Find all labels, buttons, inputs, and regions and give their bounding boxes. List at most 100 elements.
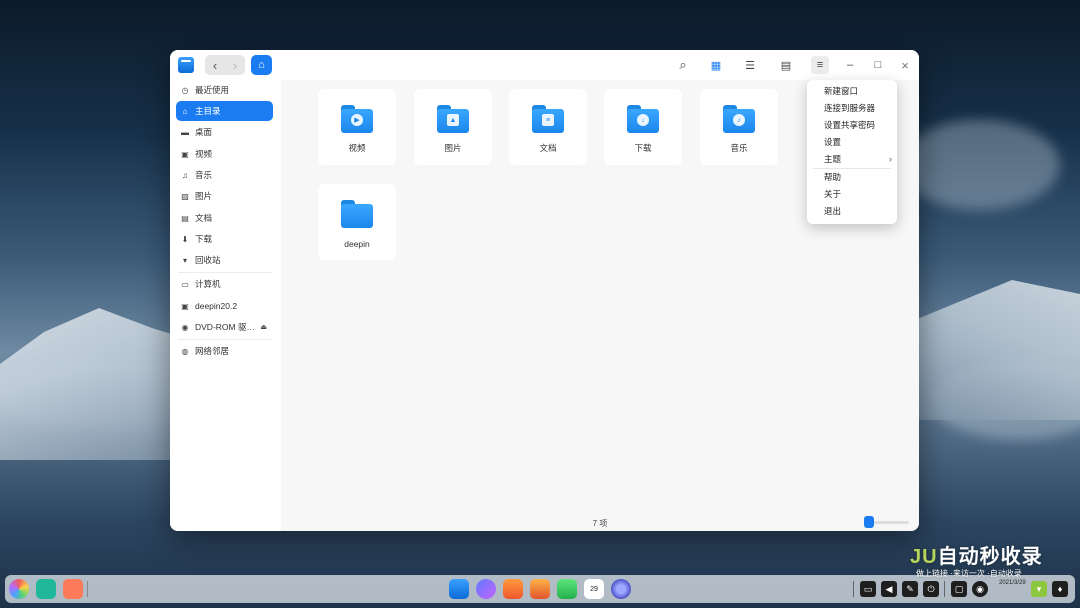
sidebar-item-label: 下载 bbox=[195, 234, 213, 244]
zoom-slider-track[interactable] bbox=[869, 521, 909, 524]
home-icon: ⌂ bbox=[182, 106, 188, 116]
forward-button[interactable]: › bbox=[233, 58, 237, 73]
music-dock-icon[interactable] bbox=[557, 579, 577, 599]
list-view-button[interactable]: ☰ bbox=[741, 56, 759, 74]
notification-icon[interactable]: ♦ bbox=[1052, 581, 1068, 597]
display-icon[interactable]: ▢ bbox=[951, 581, 967, 597]
trash-icon: ▾ bbox=[182, 255, 187, 265]
back-button[interactable]: ‹ bbox=[213, 58, 217, 73]
picture-icon: ▨ bbox=[181, 191, 189, 201]
video-icon: ▣ bbox=[181, 149, 189, 159]
browser-dock-icon[interactable] bbox=[476, 579, 496, 599]
file-item-documents[interactable]: ≡ 文档 bbox=[509, 89, 587, 165]
dock-divider bbox=[87, 581, 88, 597]
main-menu-dropdown: 新建窗口 连接到服务器 设置共享密码 设置 主题 › 帮助 关于 退出 bbox=[807, 80, 897, 224]
tray-divider bbox=[853, 581, 854, 597]
sidebar-item-dvd[interactable]: ◉ DVD-ROM 驱… ⏏ bbox=[176, 317, 273, 337]
workspace-icon[interactable] bbox=[63, 579, 83, 599]
main-menu-button[interactable]: ≡ bbox=[811, 56, 829, 74]
menu-item-help[interactable]: 帮助 bbox=[807, 169, 897, 185]
sidebar-item-recent[interactable]: ◷ 最近使用 bbox=[176, 80, 273, 100]
sidebar-item-label: deepin20.2 bbox=[195, 301, 238, 311]
breadcrumb-home-button[interactable]: ⌂ bbox=[251, 55, 272, 75]
menu-item-share-password[interactable]: 设置共享密码 bbox=[807, 117, 897, 133]
download-icon: ⬇ bbox=[181, 234, 189, 244]
clock-icon: ◷ bbox=[181, 85, 189, 95]
dvd-icon: ◉ bbox=[181, 322, 189, 332]
sidebar-item-label: 回收站 bbox=[195, 255, 221, 265]
chevron-right-icon: › bbox=[889, 154, 892, 164]
close-button[interactable]: × bbox=[896, 56, 914, 74]
file-label: 视频 bbox=[348, 143, 366, 153]
menu-item-exit[interactable]: 退出 bbox=[807, 203, 897, 219]
play-icon: ▶ bbox=[351, 114, 363, 126]
sidebar: ◷ 最近使用 ⌂ 主目录 ▬ 桌面 ▣ 视频 ♫ 音乐 ▨ 图片 ▤ 文档 ⬇ bbox=[170, 80, 281, 531]
multitask-view-icon[interactable] bbox=[36, 579, 56, 599]
sidebar-item-label: 文档 bbox=[195, 213, 213, 223]
menu-item-about[interactable]: 关于 bbox=[807, 186, 897, 202]
minimize-button[interactable]: – bbox=[841, 56, 859, 74]
icon-view-button[interactable]: ▦ bbox=[707, 56, 725, 74]
maximize-button[interactable]: □ bbox=[869, 56, 887, 74]
sidebar-item-pictures[interactable]: ▨ 图片 bbox=[176, 186, 273, 206]
music-icon: ♪ bbox=[733, 114, 745, 126]
sidebar-item-label: DVD-ROM 驱… bbox=[195, 322, 255, 332]
settings-dock-icon[interactable] bbox=[611, 579, 631, 599]
sidebar-item-home[interactable]: ⌂ 主目录 bbox=[176, 101, 273, 121]
sidebar-item-label: 音乐 bbox=[195, 170, 213, 180]
launcher-icon[interactable] bbox=[9, 579, 29, 599]
sidebar-divider bbox=[178, 272, 273, 273]
detail-view-button[interactable]: ▤ bbox=[777, 56, 795, 74]
eject-icon[interactable]: ⏏ bbox=[260, 323, 267, 331]
document-icon: ≡ bbox=[542, 114, 554, 126]
zoom-slider-handle[interactable] bbox=[864, 516, 874, 528]
sidebar-item-trash[interactable]: ▾ 回收站 bbox=[176, 250, 273, 270]
file-item-music[interactable]: ♪ 音乐 bbox=[700, 89, 778, 165]
folder-icon: ↓ bbox=[627, 105, 659, 133]
file-item-pictures[interactable]: ▲ 图片 bbox=[414, 89, 492, 165]
menu-item-settings[interactable]: 设置 bbox=[807, 134, 897, 150]
sidebar-item-computer[interactable]: ▭ 计算机 bbox=[176, 274, 273, 294]
app-logo-icon bbox=[178, 57, 194, 73]
sidebar-item-downloads[interactable]: ⬇ 下载 bbox=[176, 229, 273, 249]
file-manager-dock-icon[interactable] bbox=[449, 579, 469, 599]
calendar-dock-icon[interactable]: 29 bbox=[584, 579, 604, 599]
volume-icon[interactable]: ◀ bbox=[881, 581, 897, 597]
file-item-deepin[interactable]: deepin bbox=[318, 184, 396, 260]
tray-divider bbox=[944, 581, 945, 597]
watermark-subtitle: 做上链接 ·来访一次 ·自动收录 bbox=[916, 569, 1022, 578]
sidebar-item-desktop[interactable]: ▬ 桌面 bbox=[176, 122, 273, 142]
sidebar-divider bbox=[178, 339, 273, 340]
power-icon[interactable]: ⏻ bbox=[923, 581, 939, 597]
download-icon: ↓ bbox=[637, 114, 649, 126]
file-label: 文档 bbox=[539, 143, 557, 153]
network-tray-icon[interactable]: ◉ bbox=[972, 581, 988, 597]
menu-item-new-window[interactable]: 新建窗口 bbox=[807, 83, 897, 99]
sidebar-item-label: 视频 bbox=[195, 149, 213, 159]
computer-icon: ▭ bbox=[181, 279, 189, 289]
sidebar-item-label: 网络邻居 bbox=[195, 346, 230, 356]
sidebar-item-label: 计算机 bbox=[195, 279, 221, 289]
navigation-group: ‹ › bbox=[205, 55, 245, 75]
app-store-dock-icon[interactable] bbox=[503, 579, 523, 599]
status-bar-text: 7 项 bbox=[592, 519, 608, 528]
document-icon: ▤ bbox=[181, 213, 189, 223]
folder-icon: ▲ bbox=[437, 105, 469, 133]
trash-tray-icon[interactable]: ▾ bbox=[1031, 581, 1047, 597]
keyboard-icon[interactable]: ▭ bbox=[860, 581, 876, 597]
file-item-videos[interactable]: ▶ 视频 bbox=[318, 89, 396, 165]
disk-icon: ▣ bbox=[181, 301, 189, 311]
file-item-downloads[interactable]: ↓ 下载 bbox=[604, 89, 682, 165]
search-button[interactable]: ⌕ bbox=[674, 56, 692, 74]
titlebar: ‹ › ⌂ ⌕ ▦ ☰ ▤ ≡ – □ × bbox=[170, 50, 919, 80]
menu-item-connect-server[interactable]: 连接到服务器 bbox=[807, 100, 897, 116]
image-viewer-dock-icon[interactable] bbox=[530, 579, 550, 599]
menu-item-theme[interactable]: 主题 › bbox=[807, 151, 897, 167]
sidebar-item-videos[interactable]: ▣ 视频 bbox=[176, 144, 273, 164]
pen-icon[interactable]: ✎ bbox=[902, 581, 918, 597]
folder-icon: ▶ bbox=[341, 105, 373, 133]
sidebar-item-documents[interactable]: ▤ 文档 bbox=[176, 208, 273, 228]
sidebar-item-disk[interactable]: ▣ deepin20.2 bbox=[176, 296, 273, 316]
sidebar-item-music[interactable]: ♫ 音乐 bbox=[176, 165, 273, 185]
sidebar-item-network[interactable]: ◍ 网络邻居 bbox=[176, 341, 273, 361]
